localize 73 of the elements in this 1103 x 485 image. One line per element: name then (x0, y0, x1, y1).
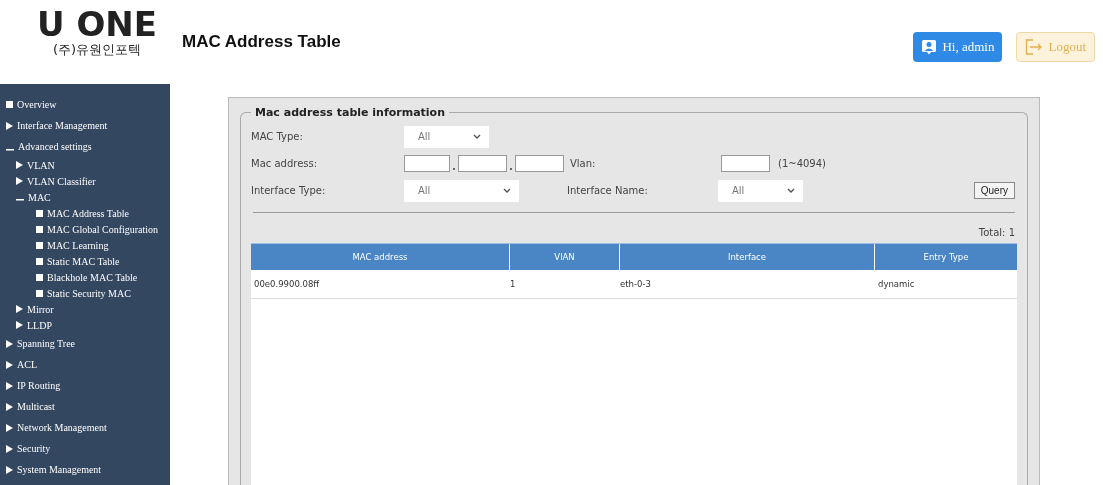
mac-part-field[interactable] (515, 155, 564, 172)
interface-name-dropdown[interactable]: All (718, 179, 803, 202)
sidebar-item[interactable]: MAC (28, 191, 51, 203)
page-square-icon (6, 101, 13, 108)
sidebar-item[interactable]: Static MAC Table (47, 255, 120, 267)
section-legend: Mac address table information (251, 106, 449, 119)
expand-arrow-icon[interactable] (16, 177, 23, 185)
sidebar-item[interactable]: VLAN (27, 159, 55, 171)
sidebar-item[interactable]: MAC Learning (47, 239, 109, 251)
page-square-icon (36, 209, 43, 217)
interface-type-dropdown[interactable]: All (404, 179, 519, 202)
mac-part-field[interactable] (458, 155, 507, 172)
mac-part-field[interactable] (404, 155, 450, 172)
sidebar-item[interactable]: System Management (17, 464, 102, 475)
sidebar-item[interactable]: Multicast (17, 401, 55, 412)
sidebar-item[interactable]: Security (17, 443, 51, 454)
logout-icon (1025, 39, 1044, 55)
logo-wordmark: U ONE (37, 6, 157, 42)
sidebar-item[interactable]: Overview (17, 99, 57, 110)
expand-arrow-icon[interactable] (6, 381, 13, 390)
user-button[interactable]: Hi, admin (913, 32, 1003, 62)
table-cell-text: 00e0.9900.08ff (253, 278, 321, 291)
field-label: MAC Type: (251, 131, 304, 142)
chevron-down-icon (473, 133, 481, 140)
page-square-icon (36, 241, 43, 249)
expand-arrow-icon[interactable] (6, 121, 13, 130)
sidebar-item[interactable]: LLDP (27, 319, 52, 331)
column-header[interactable]: MAC address (251, 244, 510, 270)
page-square-icon (36, 273, 43, 281)
vlan-field[interactable] (721, 155, 770, 172)
expand-arrow-icon[interactable] (6, 339, 13, 348)
expand-arrow-icon[interactable] (6, 402, 13, 411)
query-button[interactable]: Query (973, 182, 1015, 199)
field-label: Interface Name: (567, 185, 649, 196)
sidebar-item[interactable]: Advanced settings (18, 141, 92, 152)
page-square-icon (36, 257, 43, 265)
sidebar-item[interactable]: MAC Global Configuration (47, 223, 159, 235)
field-label: Mac address: (251, 158, 319, 169)
sidebar-item[interactable]: Mirror (27, 303, 54, 315)
table-cell-text: eth-0-3 (620, 278, 652, 291)
sidebar-item[interactable]: ACL (17, 359, 37, 370)
expand-arrow-icon[interactable] (6, 465, 13, 474)
page-square-icon (36, 225, 43, 233)
column-header[interactable]: Entry Type (875, 244, 1017, 270)
expand-arrow-icon[interactable] (16, 305, 23, 313)
sidebar-item[interactable]: Blackhole MAC Table (47, 271, 138, 283)
expand-arrow-icon[interactable] (6, 423, 13, 432)
sidebar-item[interactable]: Interface Management (17, 120, 108, 131)
company-name: (주)유원인포텍 (52, 42, 142, 58)
chevron-down-icon (787, 187, 795, 194)
mac-type-dropdown[interactable]: All (404, 125, 489, 148)
sidebar-item[interactable]: Network Management (17, 422, 107, 433)
expand-arrow-icon[interactable] (6, 360, 13, 369)
page-title: MAC Address Table (182, 32, 341, 52)
sidebar-item[interactable]: VLAN Classifier (27, 175, 96, 187)
field-label: Vlan: (570, 158, 597, 169)
chevron-down-icon (503, 187, 511, 194)
column-header[interactable]: VlAN (510, 244, 620, 270)
sidebar-item[interactable]: Static Security MAC (47, 287, 131, 299)
expand-arrow-icon[interactable] (16, 321, 23, 329)
column-header[interactable]: Interface (620, 244, 875, 270)
sidebar-item[interactable]: MAC Address Table (47, 207, 129, 219)
field-label: Interface Type: (251, 185, 327, 196)
expand-arrow-icon[interactable] (6, 444, 13, 453)
page-square-icon (36, 289, 43, 297)
table-cell-text: 1 (510, 278, 517, 291)
sidebar-item[interactable]: Spanning Tree (17, 338, 76, 349)
expand-arrow-icon[interactable] (16, 161, 23, 169)
user-icon (921, 39, 938, 55)
table-cell-text: dynamic (877, 278, 916, 291)
total-count: Total: 1 (977, 227, 1015, 239)
sidebar-item[interactable]: IP Routing (17, 380, 61, 391)
vlan-range-hint: (1~4094) (778, 158, 826, 169)
